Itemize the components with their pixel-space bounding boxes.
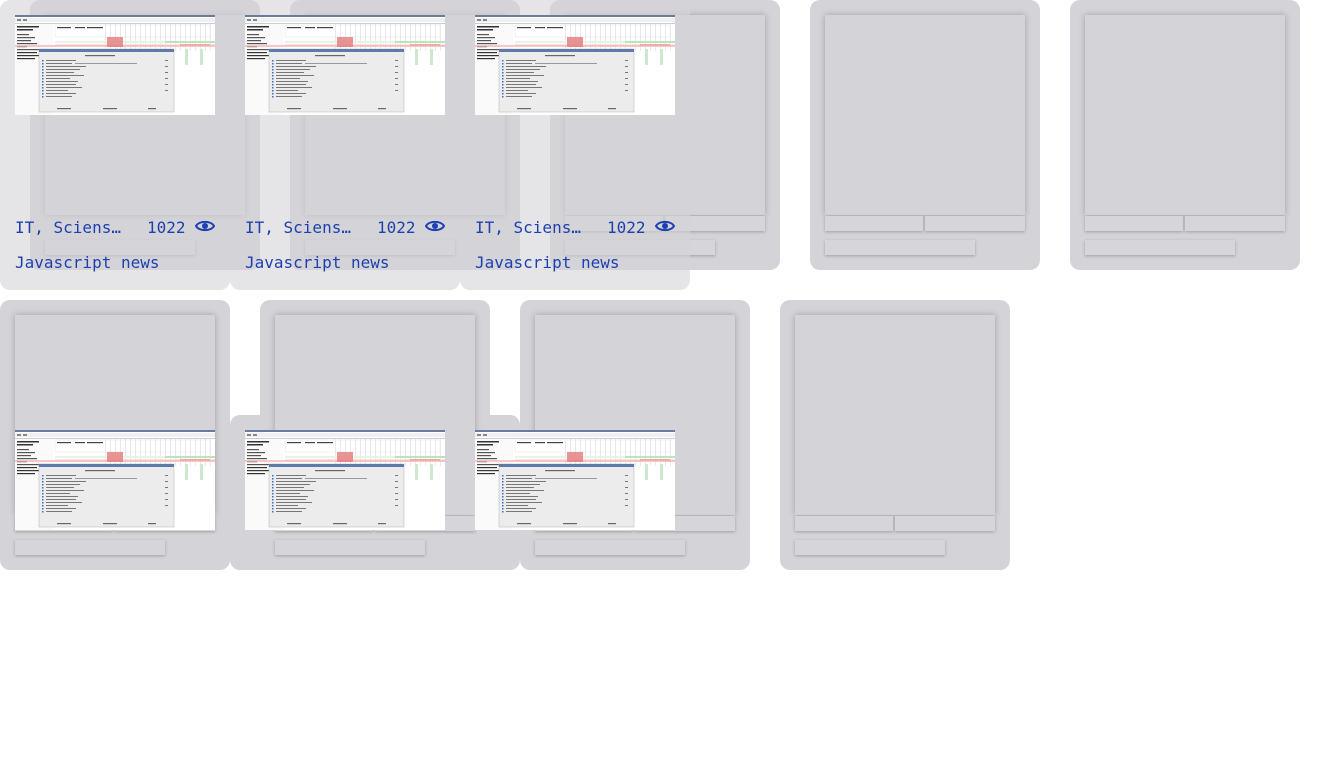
skeleton-line <box>535 540 685 555</box>
card-title[interactable]: Javascript news <box>15 252 215 274</box>
category-label: IT, Sciens… <box>15 218 121 237</box>
thumbnail-image <box>15 15 215 115</box>
category-label: IT, Sciens… <box>245 218 351 237</box>
skeleton-line <box>795 516 893 531</box>
eye-icon <box>425 220 445 232</box>
skeleton-line <box>925 216 1025 231</box>
thumbnail-image <box>15 430 215 530</box>
eye-icon <box>195 220 215 232</box>
skeleton-line <box>15 540 165 555</box>
news-card[interactable]: IT, Sciens… 1022 Javascript news <box>460 0 690 290</box>
news-card[interactable]: IT, Sciens… 1022 Javascript news <box>230 0 460 290</box>
skeleton-image <box>1085 15 1285 215</box>
views-count: 1022 <box>147 218 186 237</box>
skeleton-line <box>1185 216 1285 231</box>
views-count: 1022 <box>607 218 646 237</box>
skeleton-line <box>825 240 975 255</box>
thumbnail-image <box>475 430 675 530</box>
skeleton-line <box>275 540 425 555</box>
skeleton-line <box>795 540 945 555</box>
card-title[interactable]: Javascript news <box>245 252 445 274</box>
skeleton-line <box>895 516 995 531</box>
card-title[interactable]: Javascript news <box>475 252 675 274</box>
views-count: 1022 <box>377 218 416 237</box>
news-card[interactable]: IT, Sciens… 1022 Javascript news <box>0 0 230 290</box>
skeleton-image <box>825 15 1025 215</box>
thumbnail-image <box>475 15 675 115</box>
skeleton-image <box>795 315 995 515</box>
eye-icon <box>655 220 675 232</box>
skeleton-line <box>1085 216 1183 231</box>
skeleton-line <box>825 216 923 231</box>
skeleton-line <box>1085 240 1235 255</box>
thumbnail-image <box>245 15 445 115</box>
card-meta: IT, Sciens… 1022 <box>15 216 215 240</box>
category-label: IT, Sciens… <box>475 218 581 237</box>
card-meta: IT, Sciens… 1022 <box>245 216 445 240</box>
thumbnail-image <box>245 430 445 530</box>
card-meta: IT, Sciens… 1022 <box>475 216 675 240</box>
